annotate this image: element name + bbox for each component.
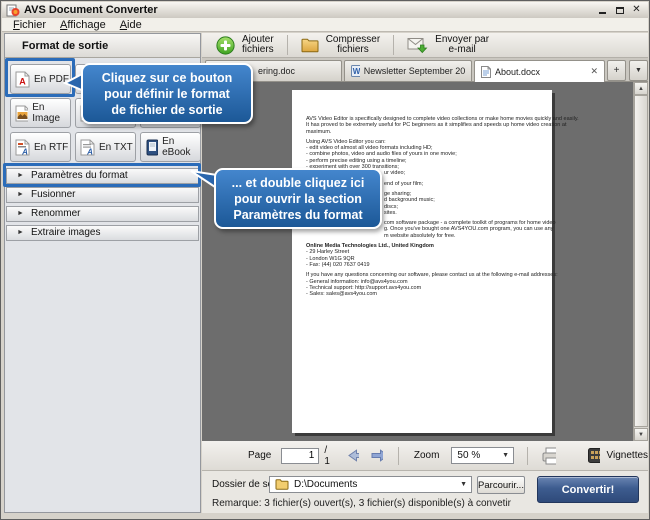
word-doc-icon: W bbox=[351, 65, 360, 77]
section-renommer[interactable]: ► Renommer bbox=[6, 206, 199, 222]
tooltip-settings-section: ... et double cliquez ici pour ouvrir la… bbox=[214, 168, 382, 229]
zoom-label: Zoom bbox=[414, 450, 440, 461]
toolbar-divider bbox=[287, 35, 288, 55]
doc-line: It has proved to be extremely useful for… bbox=[306, 122, 540, 128]
svg-text:A: A bbox=[21, 147, 28, 156]
triangle-right-icon: ► bbox=[17, 226, 24, 240]
thumbnails-button[interactable] bbox=[588, 448, 599, 463]
docx-file-icon bbox=[481, 66, 491, 78]
chevron-down-icon: ▼ bbox=[460, 481, 467, 488]
triangle-right-icon: ► bbox=[17, 188, 24, 202]
previous-page-arrow-icon[interactable] bbox=[348, 449, 360, 462]
app-window: AVS Document Converter ✕ FichierAffichag… bbox=[0, 0, 650, 520]
section-extraire-images[interactable]: ► Extraire images bbox=[6, 225, 199, 241]
close-button[interactable]: ✕ bbox=[629, 4, 644, 16]
scrollbar-thumb[interactable] bbox=[634, 95, 648, 427]
toolbar-divider bbox=[393, 35, 394, 55]
menu-item-affichage[interactable]: Affichage bbox=[53, 19, 113, 31]
rtf-file-icon: A bbox=[15, 139, 30, 156]
format-button-ebook[interactable]: En eBook bbox=[140, 132, 201, 162]
remark-text: Remarque: 3 fichier(s) ouvert(s), 3 fich… bbox=[212, 498, 511, 509]
next-page-arrow-icon[interactable] bbox=[371, 449, 383, 462]
scroll-down-icon[interactable]: ▼ bbox=[634, 428, 648, 441]
svg-text:W: W bbox=[353, 67, 360, 76]
output-folder-path: D:\Documents bbox=[294, 479, 357, 490]
panel-header: Format de sortie bbox=[5, 34, 200, 58]
send-email-label: Envoyer pare-mail bbox=[435, 35, 489, 55]
section-fusionner[interactable]: ► Fusionner bbox=[6, 187, 199, 203]
browse-button[interactable]: Parcourir... bbox=[477, 476, 525, 494]
app-icon bbox=[6, 3, 20, 17]
tooltip-format-button: Cliquez sur ce bouton pour définir le fo… bbox=[81, 63, 253, 124]
main-toolbar: Ajouterfichiers Compresserfichiers Envoy… bbox=[202, 33, 648, 58]
maximize-button[interactable] bbox=[612, 4, 627, 16]
email-icon bbox=[407, 37, 428, 54]
section-label: Renommer bbox=[31, 208, 80, 219]
svg-text:A: A bbox=[86, 147, 93, 156]
tab-label: Newsletter September 2011.doc bbox=[364, 66, 465, 76]
format-button-rtf[interactable]: A En RTF bbox=[10, 132, 71, 162]
menu-item-aide[interactable]: Aide bbox=[113, 19, 149, 31]
print-button[interactable] bbox=[541, 447, 557, 465]
tab-newsletter-doc[interactable]: W Newsletter September 2011.doc bbox=[344, 60, 472, 81]
output-bar: Dossier de sortie: D:\Documents ▼ Parcou… bbox=[202, 471, 648, 513]
tab-about-docx[interactable]: About.docx ✕ bbox=[474, 60, 605, 82]
section-label: Fusionner bbox=[31, 189, 75, 200]
tab-label: ering.doc bbox=[258, 66, 295, 76]
menu-item-fichier[interactable]: Fichier bbox=[6, 19, 53, 31]
ebook-file-icon bbox=[145, 139, 158, 156]
format-button-txt[interactable]: A En TXT bbox=[75, 132, 136, 162]
compress-files-button[interactable]: Compresserfichiers bbox=[301, 35, 380, 55]
txt-file-icon: A bbox=[80, 139, 95, 156]
tab-bar: ering.doc W Newsletter September 2011.do… bbox=[202, 58, 648, 82]
scroll-up-icon[interactable]: ▲ bbox=[634, 82, 648, 95]
document-preview-area: AVS Video Editor is specifically designe… bbox=[202, 82, 648, 441]
page-total: / 1 bbox=[324, 445, 331, 467]
chevron-down-icon: ▼ bbox=[502, 452, 509, 459]
format-button-label: En eBook bbox=[162, 136, 200, 158]
doc-line: - Sales: sales@avs4you.com bbox=[306, 291, 540, 297]
format-button-image[interactable]: En Image bbox=[10, 98, 71, 128]
send-email-button[interactable]: Envoyer pare-mail bbox=[407, 35, 489, 55]
zoom-select[interactable]: 50 % ▼ bbox=[451, 447, 514, 464]
divider bbox=[398, 447, 399, 465]
vertical-scrollbar[interactable]: ▲ ▼ bbox=[633, 82, 648, 441]
format-button-label: En RTF bbox=[34, 142, 68, 153]
minimize-button[interactable] bbox=[595, 4, 610, 16]
main-content: Ajouterfichiers Compresserfichiers Envoy… bbox=[202, 33, 648, 513]
folder-zip-icon bbox=[301, 38, 319, 53]
tab-close-icon[interactable]: ✕ bbox=[590, 66, 598, 77]
page-label: Page bbox=[248, 450, 271, 461]
add-plus-icon bbox=[216, 36, 235, 55]
title-bar: AVS Document Converter ✕ bbox=[2, 2, 648, 18]
convert-button[interactable]: Convertir! bbox=[537, 476, 639, 503]
highlight-box-settings-section bbox=[3, 163, 201, 187]
add-files-button[interactable]: Ajouterfichiers bbox=[216, 35, 274, 55]
page-number-input[interactable] bbox=[281, 448, 319, 464]
divider bbox=[527, 447, 528, 465]
add-tab-button[interactable]: + bbox=[607, 60, 626, 81]
image-file-icon bbox=[15, 105, 28, 122]
section-label: Extraire images bbox=[31, 227, 100, 238]
window-title: AVS Document Converter bbox=[24, 4, 593, 16]
tab-label: About.docx bbox=[495, 67, 540, 77]
zoom-value: 50 % bbox=[457, 450, 480, 461]
format-button-label: En TXT bbox=[99, 142, 133, 153]
triangle-right-icon: ► bbox=[17, 207, 24, 221]
compress-files-label: Compresserfichiers bbox=[326, 35, 380, 55]
thumbnails-label: Vignettes bbox=[607, 450, 649, 461]
format-button-label: En Image bbox=[32, 102, 70, 124]
document-page: AVS Video Editor is specifically designe… bbox=[292, 90, 552, 433]
page-navigation-bar: Page / 1 Zoom 50 % ▼ bbox=[202, 441, 648, 471]
doc-line: If you have any questions concerning our… bbox=[306, 272, 540, 278]
menu-bar: FichierAffichageAide bbox=[2, 18, 648, 32]
tab-list-dropdown[interactable]: ▼ bbox=[629, 60, 648, 81]
folder-icon bbox=[275, 479, 289, 490]
output-folder-select[interactable]: D:\Documents ▼ bbox=[269, 476, 472, 493]
add-files-label: Ajouterfichiers bbox=[242, 35, 274, 55]
